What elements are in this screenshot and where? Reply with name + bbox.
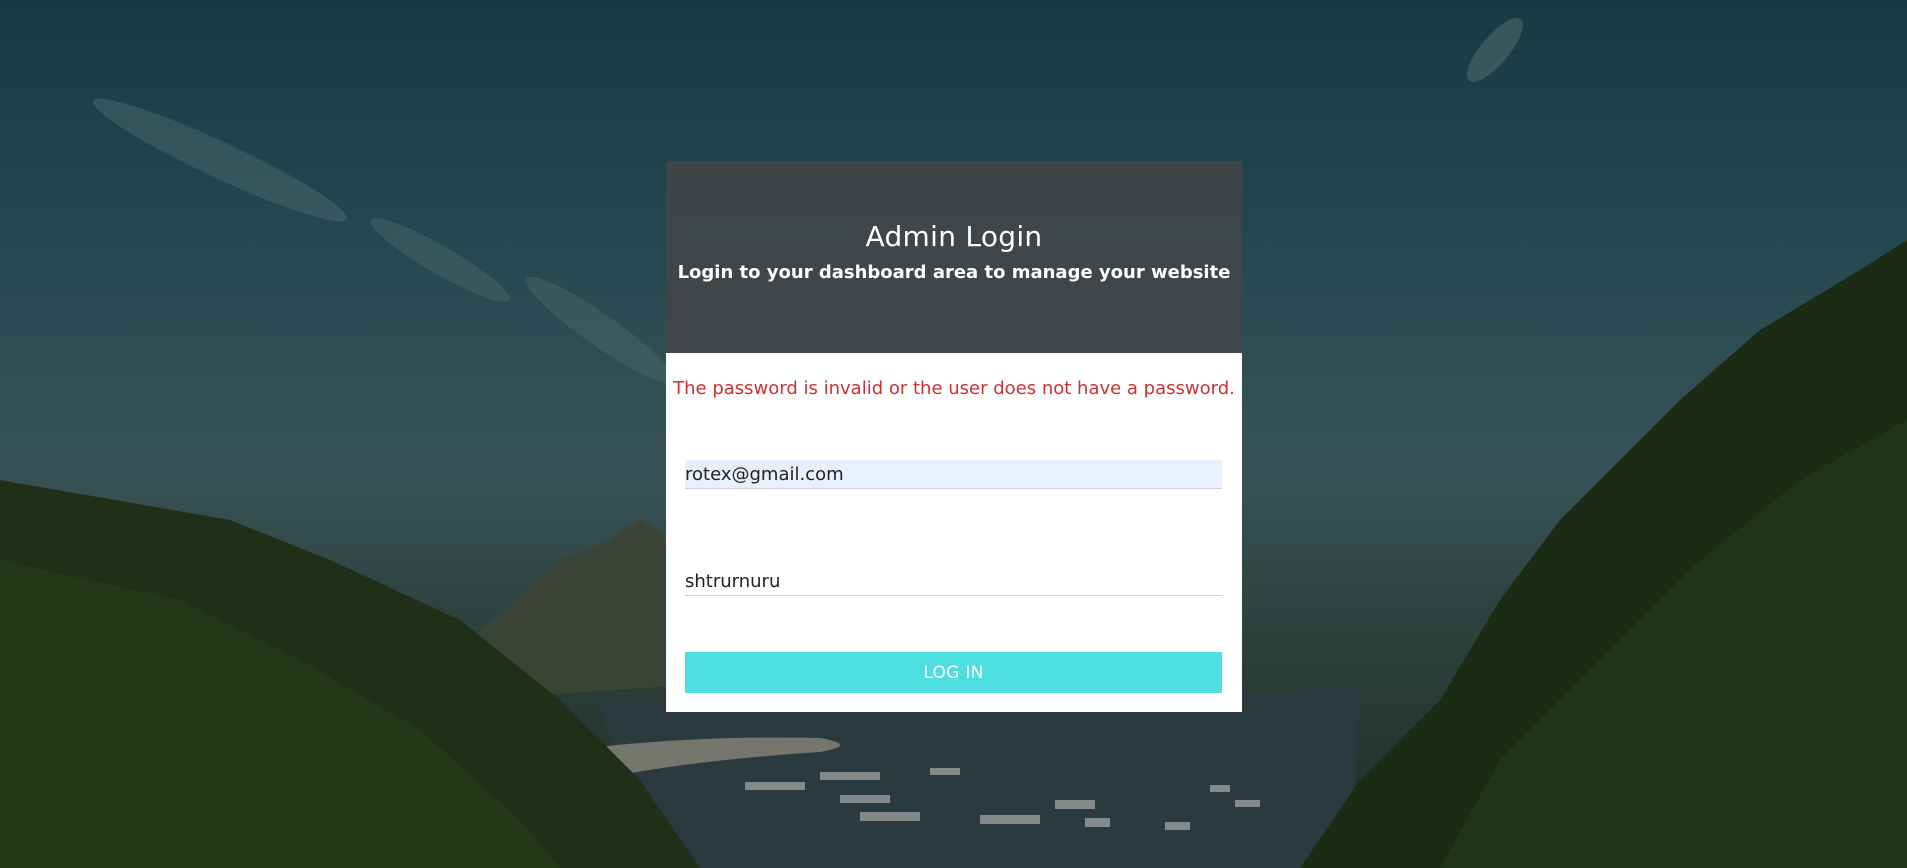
admin-login-card: Admin Login Login to your dashboard area… xyxy=(666,161,1242,712)
page-subtitle: Login to your dashboard area to manage y… xyxy=(677,262,1231,283)
login-form: The password is invalid or the user does… xyxy=(666,353,1242,712)
page-title: Admin Login xyxy=(865,220,1043,253)
email-field[interactable] xyxy=(685,460,1222,489)
login-button[interactable]: LOG IN xyxy=(685,652,1222,693)
login-card-header: Admin Login Login to your dashboard area… xyxy=(666,161,1242,353)
error-message: The password is invalid or the user does… xyxy=(673,378,1235,399)
password-field[interactable] xyxy=(685,567,1222,596)
